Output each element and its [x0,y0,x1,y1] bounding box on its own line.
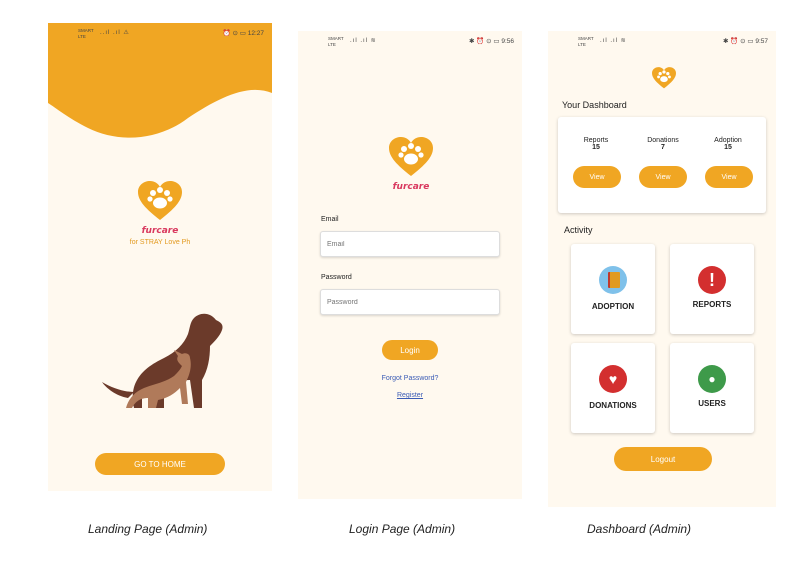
status-bar: SMART LTE .ıl .ıl ≋ ✱ ⏰ ⊙ ▭ 9:57 [548,31,776,47]
email-label: Email [321,216,339,223]
email-field[interactable] [320,231,500,257]
stat-adoption: Adoption 15 [702,137,754,151]
stat-reports: Reports 15 [570,137,622,151]
go-to-home-button[interactable]: GO TO HOME [95,453,225,475]
signal-icon: .ıl .ıl ≋ [600,38,627,44]
landing-caption: Landing Page (Admin) [88,522,208,536]
brand-name: furcare [392,182,430,192]
view-adoption-button[interactable]: View [705,166,753,188]
status-bar: SMART LTE ..ıl .ıl ⚠ ⏰ ⊙ ▭ 12:27 [48,23,272,39]
forgot-password-link[interactable]: Forgot Password? [360,375,460,382]
status-right: ✱ ⏰ ⊙ ▭ 9:57 [722,38,768,45]
view-reports-button[interactable]: View [573,166,621,188]
dashboard-screen: SMART LTE .ıl .ıl ≋ ✱ ⏰ ⊙ ▭ 9:57 Your Da… [548,31,776,507]
donations-tile[interactable]: ♥ DONATIONS [571,343,655,433]
users-tile[interactable]: ● USERS [670,343,754,433]
alert-icon: ! [698,266,726,294]
tile-label: ADOPTION [591,302,635,311]
adoption-icon [599,266,627,294]
tile-label: DONATIONS [589,401,637,410]
header-wave [48,23,272,138]
stats-card [558,117,766,213]
dog-cat-illustration [102,313,223,408]
tile-label: USERS [698,399,726,408]
status-right: ⏰ ⊙ ▭ 12:27 [222,30,264,37]
brand-name: furcare [141,226,179,236]
activity-title: Activity [564,225,593,235]
signal-icon: .ıl .ıl ≋ [350,38,377,44]
stat-value: 7 [661,144,665,151]
logout-button[interactable]: Logout [614,447,712,471]
register-link[interactable]: Register [360,392,460,399]
view-donations-button[interactable]: View [639,166,687,188]
dashboard-title: Your Dashboard [562,100,627,110]
signal-icon: ..ıl .ıl ⚠ [100,30,130,36]
logo-heart-icon [138,181,182,221]
logo-heart-icon [389,137,433,177]
carrier-text: SMART LTE [578,36,594,47]
tagline: for STRAY Love Ph [129,239,191,246]
carrier-text: SMART LTE [78,28,94,39]
landing-screen: SMART LTE ..ıl .ıl ⚠ ⏰ ⊙ ▭ 12:27 furcare… [48,23,272,491]
tile-label: REPORTS [692,300,732,309]
stat-label: Adoption [714,137,742,144]
dashboard-caption: Dashboard (Admin) [587,522,692,536]
password-field[interactable] [320,289,500,315]
stat-value: 15 [592,144,600,151]
login-caption: Login Page (Admin) [349,522,456,536]
carrier-text: SMART LTE [328,36,344,47]
reports-tile[interactable]: ! REPORTS [670,244,754,334]
stat-label: Donations [647,137,679,144]
login-screen: SMART LTE .ıl .ıl ≋ ✱ ⏰ ⊙ ▭ 9:56 furcare… [298,31,522,499]
users-icon: ● [698,365,726,393]
adoption-tile[interactable]: ADOPTION [571,244,655,334]
status-right: ✱ ⏰ ⊙ ▭ 9:56 [468,38,514,45]
status-bar: SMART LTE .ıl .ıl ≋ ✱ ⏰ ⊙ ▭ 9:56 [298,31,522,47]
stat-donations: Donations 7 [636,137,690,151]
stat-value: 15 [724,144,732,151]
logo-heart-icon [652,67,676,89]
password-label: Password [321,274,352,281]
stat-label: Reports [583,137,609,144]
login-button[interactable]: Login [382,340,438,360]
donation-icon: ♥ [599,365,627,393]
